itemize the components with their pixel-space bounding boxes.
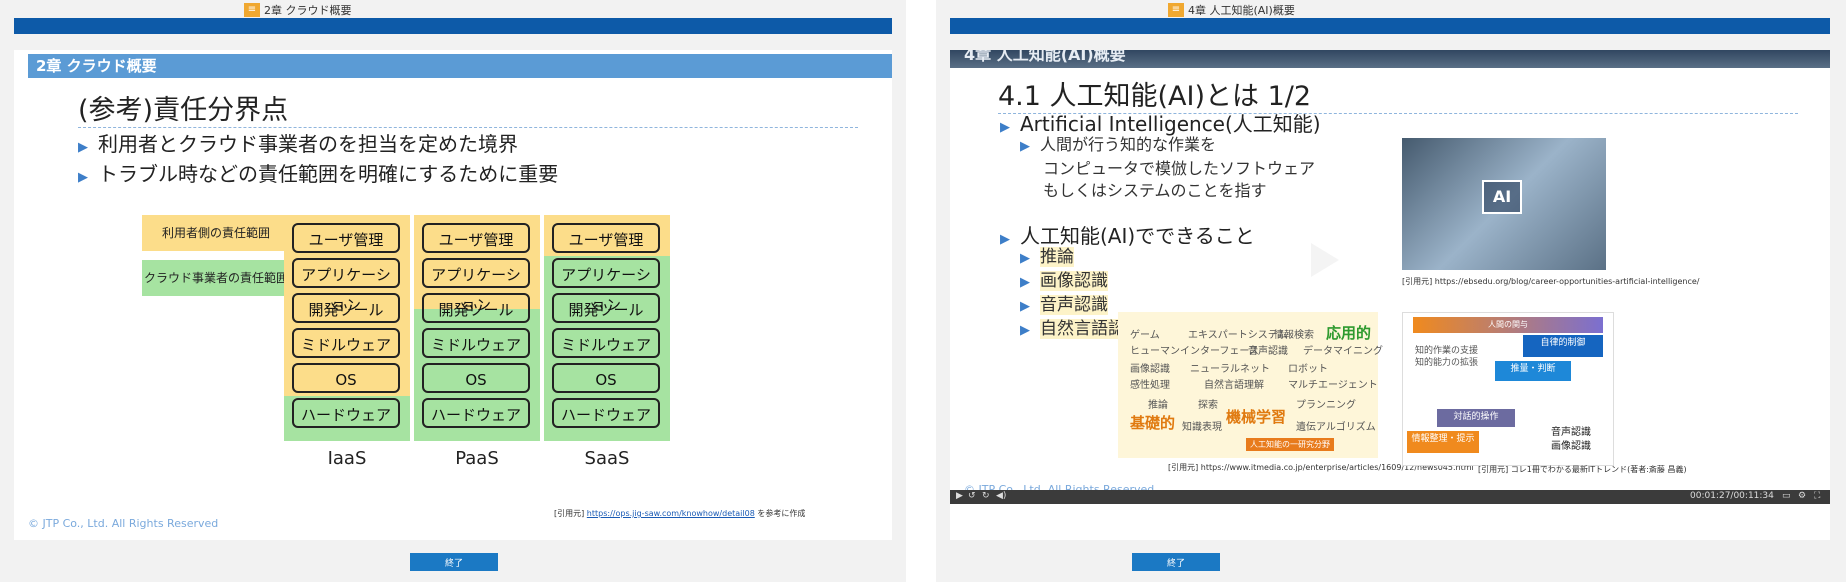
bullet-1: ▶ Artificial Intelligence(人工知能) xyxy=(1000,112,1321,136)
rewind-icon[interactable]: ↺ xyxy=(968,491,976,501)
title-band xyxy=(14,18,892,34)
video-time: 00:01:27/00:11:34 xyxy=(1690,491,1774,501)
left-viewer: ≡ 2章 クラウド概要 2章 クラウド概要 (参考)責任分界点 ▶ 利用者とクラウ… xyxy=(0,0,906,582)
layer-box: ユーザ管理 xyxy=(552,223,660,253)
layer-box: 開発ツール xyxy=(422,293,530,323)
chapter-tab-label: 4章 人工知能(AI)概要 xyxy=(1188,4,1295,17)
involvement-arrow: 人間の関与 xyxy=(1413,317,1603,333)
ai-field-map: ゲーム エキスパートシステム 情報検索 応用的 ヒューマンインターフェース 音声… xyxy=(1118,312,1383,458)
sub-bullet-1: ▶ 人間が行う知的な作業を コンピュータで模倣したソフトウェア もしくはシステムの… xyxy=(1020,135,1316,200)
volume-icon[interactable]: ◀) xyxy=(996,491,1006,501)
captions-icon[interactable]: ▭ xyxy=(1782,491,1791,501)
video-controls: ▶ ↺ ↻ ◀) 00:01:27/00:11:34 ▭ ⚙ ⛶ xyxy=(950,490,1830,504)
layer-box: ミドルウェア xyxy=(422,328,530,358)
bullet-2: ▶ トラブル時などの責任範囲を明確にするために重要 xyxy=(78,162,559,186)
bullet-arrow-icon: ▶ xyxy=(1020,323,1030,338)
layer-box: ミドルウェア xyxy=(292,328,400,358)
chapter-icon: ≡ xyxy=(1168,3,1184,17)
slide-title: (参考)責任分界点 xyxy=(78,88,858,128)
slide: 4章 人工知能(AI)概要 4.1 人工知能(AI)とは 1/2 ▶ Artifi… xyxy=(950,50,1830,540)
layer-box: アプリケーション xyxy=(292,258,400,314)
layer-box: OS xyxy=(552,363,660,393)
title-band xyxy=(950,18,1830,34)
end-button[interactable]: 終了 xyxy=(410,553,498,571)
slide-header: 2章 クラウド概要 xyxy=(28,54,892,78)
bullet-arrow-icon: ▶ xyxy=(1000,232,1010,247)
play-overlay-icon[interactable] xyxy=(1311,243,1339,277)
capability-item: ▶ 推論 xyxy=(1020,247,1074,267)
column-label: SaaS xyxy=(584,448,630,469)
fullscreen-icon[interactable]: ⛶ xyxy=(1814,491,1820,501)
bullet-arrow-icon: ▶ xyxy=(1020,299,1030,314)
column-saas: ユーザ管理アプリケーション 開発ツールミドルウェア OS ハードウェア xyxy=(544,215,670,465)
bullet-arrow-icon: ▶ xyxy=(1020,251,1030,266)
layer-box: ミドルウェア xyxy=(552,328,660,358)
forward-icon[interactable]: ↻ xyxy=(982,491,990,501)
bullet-arrow-icon: ▶ xyxy=(1020,139,1030,154)
right-viewer: ≡ 4章 人工知能(AI)概要 4章 人工知能(AI)概要 4.1 人工知能(A… xyxy=(936,0,1846,582)
capability-item: ▶ 画像認識 xyxy=(1020,271,1108,291)
layer-box: OS xyxy=(292,363,400,393)
ai-photo: AI xyxy=(1402,138,1606,270)
layer-box: ハードウェア xyxy=(292,398,400,428)
slide: 2章 クラウド概要 (参考)責任分界点 ▶ 利用者とクラウド事業者のを担当を定めた… xyxy=(14,50,892,540)
bullet-arrow-icon: ▶ xyxy=(1000,120,1010,135)
legend-provider: クラウド事業者の責任範囲 xyxy=(142,260,290,296)
copyright: © JTP Co., Ltd. All Rights Reserved xyxy=(28,517,219,530)
diagram-citation: [引用元] コレ1冊でわかる最新ITトレンド(著者:斎藤 昌義) xyxy=(1478,465,1687,474)
photo-citation: [引用元] https://ebsedu.org/blog/career-opp… xyxy=(1402,277,1700,286)
bullet-2: ▶ 人工知能(AI)でできること xyxy=(1000,224,1255,248)
layer-box: アプリケーション xyxy=(552,258,660,314)
legend-user: 利用者側の責任範囲 xyxy=(142,215,290,251)
layer-box: 開発ツール xyxy=(292,293,400,323)
layer-box: ハードウェア xyxy=(422,398,530,428)
bullet-arrow-icon: ▶ xyxy=(78,170,88,185)
slide-header: 4章 人工知能(AI)概要 xyxy=(950,50,1830,68)
chapter-icon: ≡ xyxy=(244,3,260,17)
play-icon[interactable]: ▶ xyxy=(956,491,963,501)
bullet-arrow-icon: ▶ xyxy=(1020,275,1030,290)
chapter-tab-label: 2章 クラウド概要 xyxy=(264,4,352,17)
end-button[interactable]: 終了 xyxy=(1132,553,1220,571)
column-paas: ユーザ管理アプリケーション 開発ツールミドルウェア OS ハードウェア xyxy=(414,215,540,465)
bullet-1: ▶ 利用者とクラウド事業者のを担当を定めた境界 xyxy=(78,132,518,156)
ai-involvement-diagram: 人間の関与 知的作業の支援 知的能力の拡張 自律的制御 推量・判断 対話的操作 … xyxy=(1402,312,1614,466)
layer-box: ユーザ管理 xyxy=(292,223,400,253)
bullet-arrow-icon: ▶ xyxy=(78,140,88,155)
citation-link[interactable]: https://ops.jig-saw.com/knowhow/detail08 xyxy=(587,509,755,518)
layer-box: ハードウェア xyxy=(552,398,660,428)
ai-chip-icon: AI xyxy=(1482,180,1522,214)
column-label: IaaS xyxy=(327,448,367,469)
chapter-tab[interactable]: ≡ 4章 人工知能(AI)概要 xyxy=(1168,2,1295,18)
chapter-tab[interactable]: ≡ 2章 クラウド概要 xyxy=(244,2,352,18)
citation: [引用元] https://ops.jig-saw.com/knowhow/de… xyxy=(554,509,806,518)
layer-box: ユーザ管理 xyxy=(422,223,530,253)
layer-box: アプリケーション xyxy=(422,258,530,314)
settings-icon[interactable]: ⚙ xyxy=(1798,491,1806,501)
column-iaas: ユーザ管理アプリケーション 開発ツールミドルウェア OS ハードウェア xyxy=(284,215,410,465)
layer-box: OS xyxy=(422,363,530,393)
column-label: PaaS xyxy=(455,448,499,469)
layer-box: 開発ツール xyxy=(552,293,660,323)
